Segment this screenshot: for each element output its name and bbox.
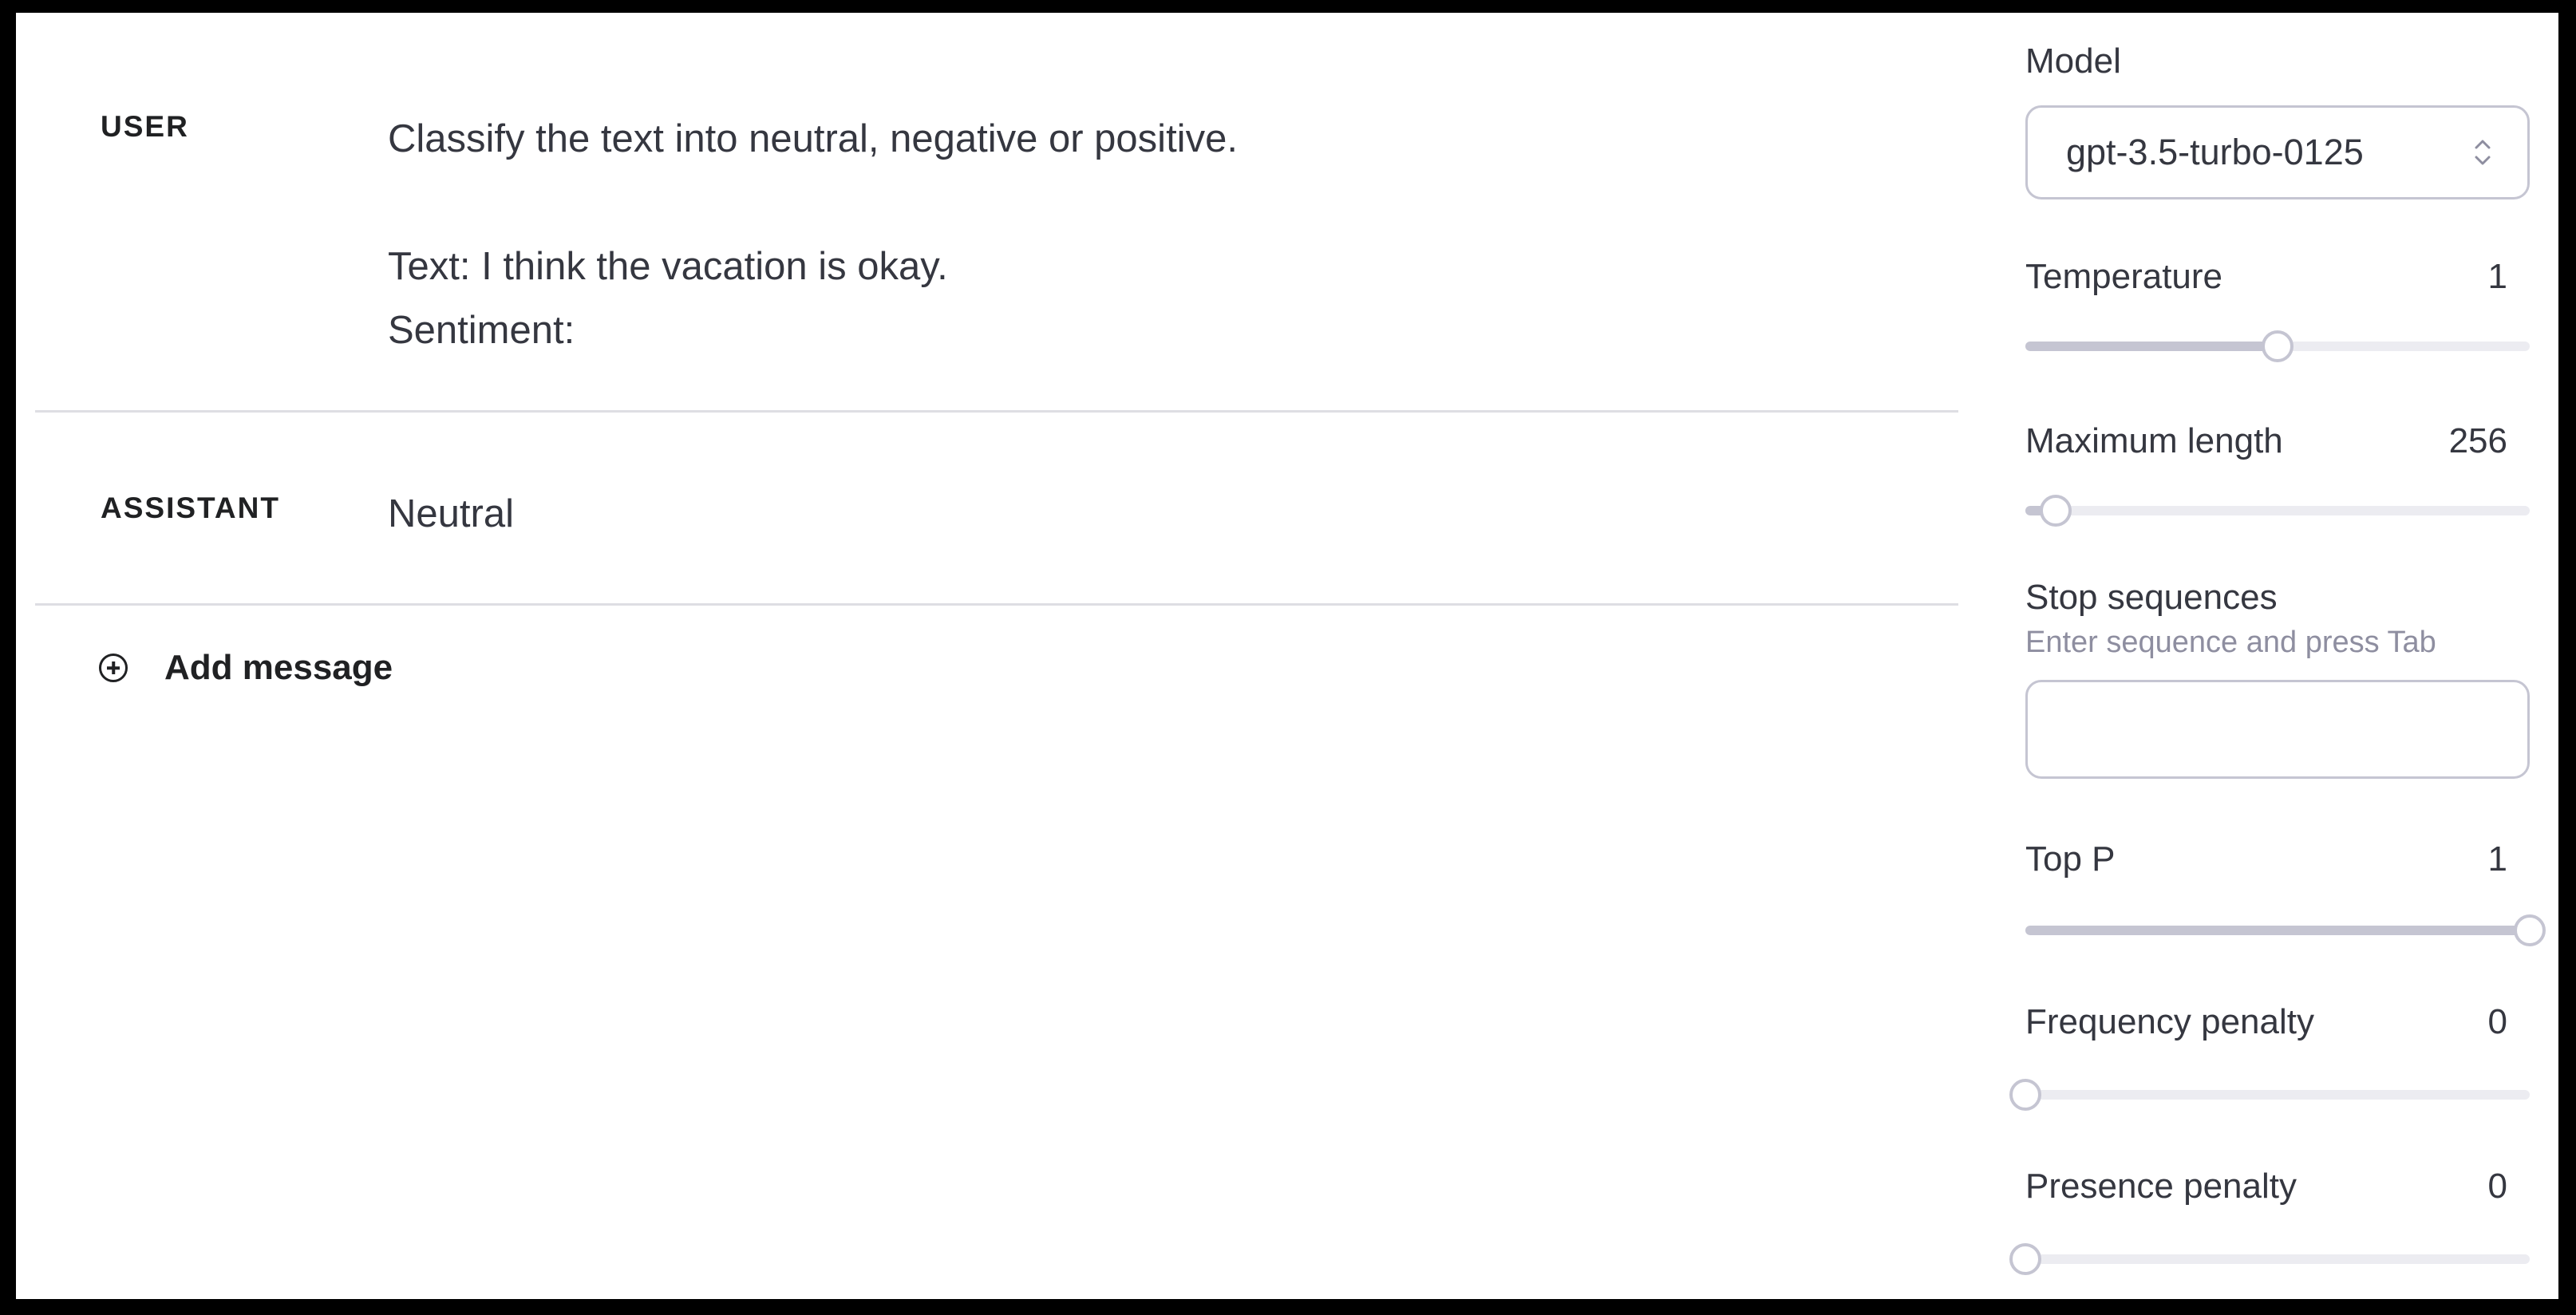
message-line: Sentiment:	[388, 309, 575, 352]
top-p-slider[interactable]	[2025, 914, 2546, 946]
max-length-value[interactable]: 256	[2449, 421, 2507, 461]
slider-thumb[interactable]	[2009, 1079, 2041, 1111]
chevron-up-down-icon	[2475, 140, 2491, 165]
slider-fill	[2025, 926, 2530, 935]
playground-window: USER Classify the text into neutral, neg…	[16, 13, 2558, 1299]
plus-circle-icon	[99, 654, 128, 682]
message-line: Classify the text into neutral, negative…	[388, 117, 1238, 160]
presence-penalty-slider[interactable]	[2009, 1243, 2530, 1275]
message-role-assistant[interactable]: ASSISTANT	[101, 492, 280, 525]
temperature-label: Temperature	[2025, 257, 2223, 296]
add-message-button[interactable]: Add message	[99, 648, 393, 688]
top-p-value[interactable]: 1	[2488, 839, 2507, 879]
presence-penalty-value[interactable]: 0	[2488, 1167, 2507, 1206]
frequency-penalty-label: Frequency penalty	[2025, 1002, 2314, 1041]
stop-sequences-label: Stop sequences	[2025, 578, 2278, 617]
message-line	[388, 171, 1238, 235]
slider-fill	[2025, 342, 2278, 351]
message-line: Neutral	[388, 492, 514, 535]
message-content-assistant[interactable]: Neutral	[388, 482, 514, 546]
stop-sequences-input[interactable]	[2025, 680, 2530, 779]
slider-thumb[interactable]	[2039, 495, 2072, 527]
message-content-user[interactable]: Classify the text into neutral, negative…	[388, 107, 1238, 362]
stop-sequences-hint: Enter sequence and press Tab	[2025, 626, 2436, 659]
model-label: Model	[2025, 41, 2121, 81]
max-length-label: Maximum length	[2025, 421, 2283, 460]
message-divider	[35, 410, 1958, 413]
top-p-label: Top P	[2025, 839, 2116, 879]
slider-thumb[interactable]	[2262, 330, 2294, 362]
message-divider	[35, 603, 1958, 606]
add-message-label: Add message	[164, 648, 393, 687]
slider-thumb[interactable]	[2514, 914, 2546, 946]
message-role-user[interactable]: USER	[101, 110, 189, 144]
message-line: Text: I think the vacation is okay.	[388, 245, 948, 288]
slider-thumb[interactable]	[2009, 1243, 2041, 1275]
model-select[interactable]: gpt-3.5-turbo-0125	[2025, 105, 2530, 199]
temperature-value[interactable]: 1	[2488, 257, 2507, 297]
temperature-slider[interactable]	[2025, 330, 2530, 362]
max-length-slider[interactable]	[2025, 495, 2530, 527]
message-user[interactable]: USER Classify the text into neutral, neg…	[16, 13, 1958, 412]
frequency-penalty-value[interactable]: 0	[2488, 1002, 2507, 1042]
presence-penalty-label: Presence penalty	[2025, 1167, 2297, 1206]
model-value: gpt-3.5-turbo-0125	[2066, 132, 2364, 172]
message-assistant[interactable]: ASSISTANT Neutral	[16, 413, 1958, 603]
frequency-penalty-slider[interactable]	[2009, 1079, 2530, 1111]
